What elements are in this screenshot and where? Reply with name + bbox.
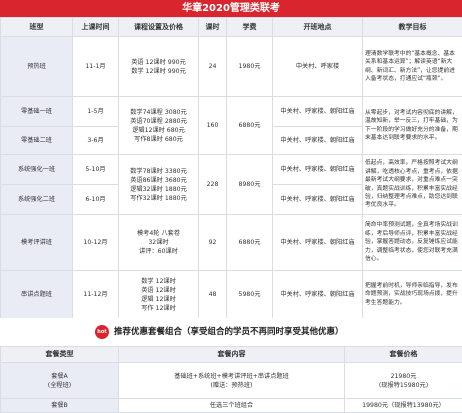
course-line: 数学 12课时	[141, 277, 176, 285]
class-time: 6-10月	[72, 184, 119, 215]
combo-name-sub: (全程班)	[47, 381, 72, 389]
class-courses: 数学 12课时 英语 12课时 逻辑 12课时 写作 12课时	[118, 270, 199, 319]
class-goal: 把握考前时机，导师亲临指导，发布命题预测，实战技巧现场点拨，提升考生答题能力。	[362, 270, 462, 319]
combo-name: 套餐A (全程班)	[0, 362, 119, 399]
page-title: 华章2020管理类联考	[0, 0, 462, 17]
course-line: 数学 12课时 990元	[131, 67, 186, 75]
class-goal: 低起点，高效率。严格按照考试大纲讲解，吃透核心考点，重考点，依据最新考试大纲要求…	[362, 154, 462, 215]
class-fee: 6880元	[226, 96, 273, 155]
class-hours: 24	[198, 36, 227, 97]
class-hours: 48	[198, 270, 227, 319]
header-time: 上课时间	[72, 17, 119, 37]
table-row: 系统强化一班 5-10月 数学78课时 3380元 英语86课时 3680元 逻…	[0, 154, 462, 215]
combo-price: 19980元（现报特13980元）	[344, 398, 462, 413]
course-line: 32课时	[148, 239, 169, 246]
combo-header-type: 套餐类型	[0, 346, 119, 363]
class-name: 模考评讲班	[0, 214, 73, 271]
combo-content-line: 基础班+系统班+模考讲评班+串讲点题班	[174, 372, 289, 380]
class-name: 零基础一班	[0, 96, 73, 127]
combo-table: 套餐类型 套餐内容 套餐价格 套餐A (全程班) 基础班+系统班+模考讲评班+串…	[0, 346, 462, 413]
class-location: 中关村、呼家楼	[272, 36, 363, 97]
class-hours: 160	[198, 96, 227, 155]
class-fee: 6880元	[226, 214, 273, 271]
table-row: 串讲点题班 11-12月 数学 12课时 英语 12课时 逻辑 12课时 写作 …	[0, 270, 462, 319]
class-hours: 228	[198, 154, 227, 215]
class-courses: 英语 12课时 990元 数学 12课时 990元	[118, 36, 199, 97]
course-line: 逻辑12课时 680元	[132, 126, 185, 134]
course-line: 英语 12课时 990元	[131, 58, 186, 66]
combo-header-price: 套餐价格	[344, 346, 462, 363]
class-time: 5-10月	[72, 154, 119, 185]
hot-badge: hot	[95, 325, 109, 339]
course-line: 英语 12课时	[141, 286, 176, 294]
class-name: 串讲点题班	[0, 270, 73, 319]
class-location: 中关村、呼家楼、朝阳红庙	[272, 126, 363, 155]
page: 华章2020管理类联考 班型 上课时间 课程设置及价格 课时 学费 开班地点 教…	[0, 0, 462, 413]
class-hours: 92	[198, 214, 227, 271]
combo-header-row: 套餐类型 套餐内容 套餐价格	[0, 346, 462, 363]
course-line: 模考4轮 八套卷	[136, 230, 181, 237]
course-line: 写作8课时 680元	[134, 135, 183, 143]
class-fee: 5980元	[226, 270, 273, 319]
header-courses: 课程设置及价格	[118, 17, 199, 37]
class-courses: 数学78课时 3380元 英语86课时 3680元 逻辑32课时 1880元 写…	[118, 154, 199, 215]
class-name: 零基础二班	[0, 126, 73, 155]
class-location: 中关村、呼家楼、朝阳红庙	[272, 154, 363, 185]
table-row: 零基础一班 1-5月 数学74课程 3080元 英语70课程 2880元 逻辑1…	[0, 96, 462, 155]
header-goal: 教学目标	[362, 17, 462, 37]
header-fee: 学费	[226, 17, 273, 37]
class-location: 中关村、呼家楼、朝阳红庙	[272, 96, 363, 127]
table-header-row: 班型 上课时间 课程设置及价格 课时 学费 开班地点 教学目标	[0, 17, 462, 37]
combo-name-line: 套餐A	[51, 372, 68, 380]
header-location: 开班地点	[272, 17, 363, 37]
class-courses: 数学74课程 3080元 英语70课程 2880元 逻辑12课时 680元 写作…	[118, 96, 199, 155]
combo-content: 基础班+系统班+模考讲评班+串讲点题班 (赠送：预热班)	[118, 362, 345, 399]
table-row: 预热班 11-1月 英语 12课时 990元 数学 12课时 990元 24 1…	[0, 36, 462, 97]
table-row: 模考评讲班 10-12月 模考4轮 八套卷 32课时 讲评：60课时 92 68…	[0, 214, 462, 271]
header-class-type: 班型	[0, 17, 73, 37]
course-line: 逻辑32课时 1880元	[130, 185, 187, 193]
class-goal: 从零起步，对考试内容彻底的讲解，温故知新，举一反三，打牢基础，为下一阶段的学习做…	[362, 96, 462, 155]
course-table: 班型 上课时间 课程设置及价格 课时 学费 开班地点 教学目标 预热班 11-1…	[0, 17, 462, 319]
class-fee: 1980元	[226, 36, 273, 97]
course-line: 英语86课时 3680元	[130, 176, 187, 184]
class-goal: 简命中率预测试题，全真考场实战训练，考后导师点评，积累丰富实战经验，掌握答题动态…	[362, 214, 462, 271]
class-time: 1-5月	[72, 96, 119, 127]
course-line: 讲评：60课时	[139, 248, 178, 255]
course-line: 数学78课时 3380元	[130, 167, 187, 175]
class-goal: 理清数学联考中的“基本概念、基本关系和基本运算”；解读英语“新大纲、新词汇、新方…	[362, 36, 462, 97]
class-courses: 模考4轮 八套卷 32课时 讲评：60课时	[118, 214, 199, 271]
combo-price-line: 21980元	[390, 372, 417, 380]
course-line: 写作32课时 1880元	[130, 194, 187, 202]
combo-price-sub: (现报特15980元)	[378, 381, 429, 389]
class-time: 11-12月	[72, 270, 119, 319]
header-hours: 课时	[198, 17, 227, 37]
combo-row: 套餐A (全程班) 基础班+系统班+模考讲评班+串讲点题班 (赠送：预热班) 2…	[0, 362, 462, 399]
class-time: 3-6月	[72, 126, 119, 155]
combo-content: 任选三个班组合	[118, 398, 345, 413]
combo-name: 套餐B	[0, 398, 119, 413]
combo-price: 21980元 (现报特15980元)	[344, 362, 462, 399]
class-name: 预热班	[0, 36, 73, 97]
class-fee: 8980元	[226, 154, 273, 215]
class-location: 中关村、呼家楼、朝阳红庙	[272, 270, 363, 319]
course-line: 数学74课程 3080元	[130, 108, 187, 116]
class-name: 系统强化二班	[0, 184, 73, 215]
class-time: 10-12月	[72, 214, 119, 271]
promo-header: hot 推荐优惠套餐组合（享受组合的学员不再同时享受其他优惠）	[0, 318, 462, 346]
combo-row: 套餐B 任选三个班组合 19980元（现报特13980元）	[0, 398, 462, 413]
class-name: 系统强化一班	[0, 154, 73, 185]
promo-title: 推荐优惠套餐组合（享受组合的学员不再同时享受其他优惠）	[114, 327, 344, 337]
class-time: 11-1月	[72, 36, 119, 97]
combo-header-content: 套餐内容	[118, 346, 345, 363]
class-location: 中关村、呼家楼、朝阳红庙	[272, 214, 363, 271]
course-line: 写作 12课时	[141, 304, 176, 312]
class-location: 中关村、呼家楼、朝阳红庙	[272, 184, 363, 215]
course-line: 英语70课程 2880元	[130, 117, 187, 125]
combo-content-sub: (赠送：预热班)	[210, 381, 253, 389]
course-line: 逻辑 12课时	[141, 295, 176, 303]
